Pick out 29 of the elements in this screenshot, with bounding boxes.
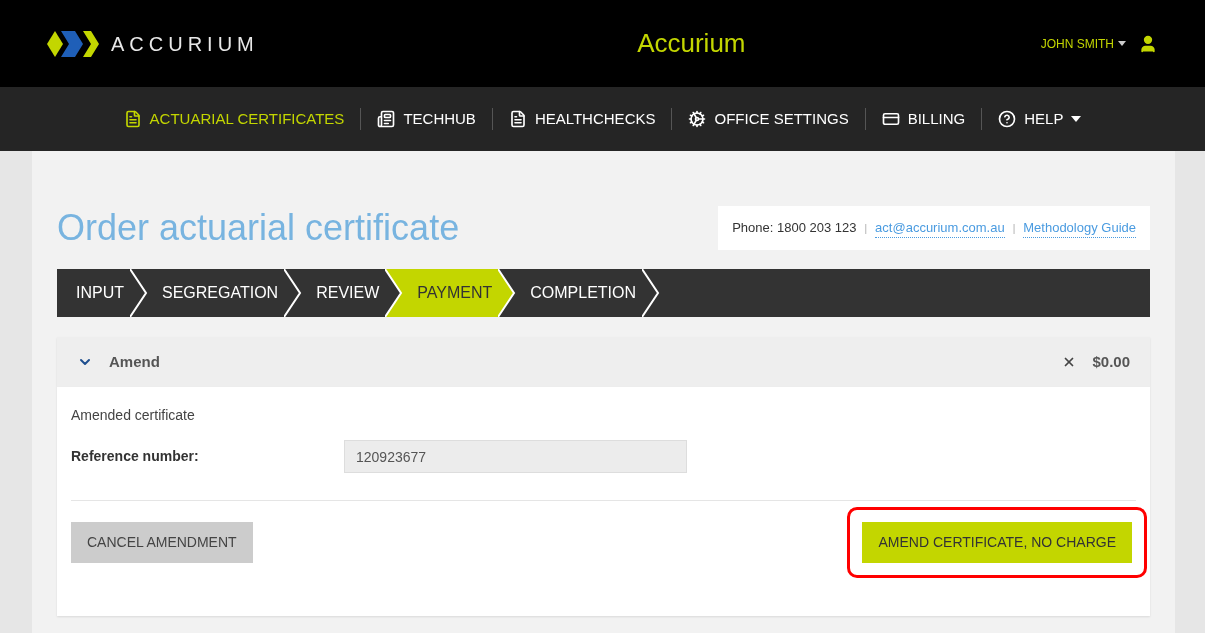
phone-text: Phone: 1800 203 123 xyxy=(732,219,857,238)
caret-icon xyxy=(1118,41,1126,46)
user-menu[interactable]: JOHN SMITH xyxy=(1040,34,1126,53)
amend-button[interactable]: AMEND CERTIFICATE, NO CHARGE xyxy=(862,522,1132,563)
separator-text: | xyxy=(864,221,868,236)
logo-icon xyxy=(47,28,99,59)
gears-icon xyxy=(688,110,707,128)
separator-text: | xyxy=(1012,221,1016,236)
cancel-button[interactable]: CANCEL AMENDMENT xyxy=(71,522,253,563)
field-label: Reference number: xyxy=(71,447,200,466)
site-title: Accurium xyxy=(637,27,746,60)
reference-field[interactable]: 120923677 xyxy=(344,440,687,473)
nav-link[interactable]: OFFICE SETTINGS xyxy=(688,107,849,131)
section-subtitle: Amended certificate xyxy=(71,406,196,425)
help-icon xyxy=(998,110,1017,128)
document-icon xyxy=(123,110,142,128)
nav-link[interactable]: TECHHUB xyxy=(377,107,476,131)
user-icon xyxy=(1138,33,1158,54)
page-title: Order actuarial certificate xyxy=(57,206,460,250)
price-text: $0.00 xyxy=(1092,351,1130,372)
newspaper-icon xyxy=(377,110,396,128)
document-icon xyxy=(508,110,527,128)
section-title: Amend xyxy=(109,351,160,372)
credit-card-icon xyxy=(881,110,900,128)
nav-link[interactable]: HEALTHCHECKS xyxy=(508,107,656,131)
nav-link[interactable]: BILLING xyxy=(881,107,966,131)
nav-link[interactable]: ACTUARIAL CERTIFICATES xyxy=(123,107,345,131)
nav-link[interactable]: HELP xyxy=(998,107,1082,131)
logo-text: ACCURIUM xyxy=(111,31,259,57)
